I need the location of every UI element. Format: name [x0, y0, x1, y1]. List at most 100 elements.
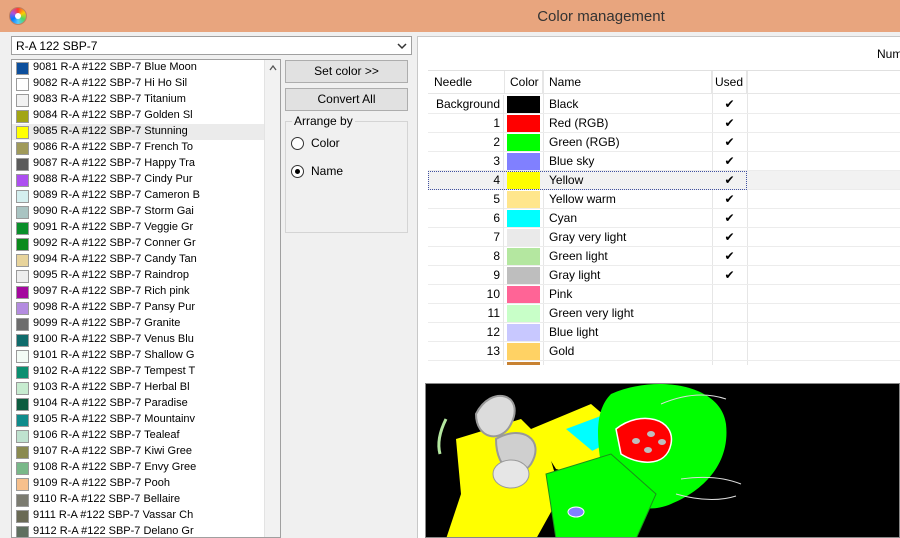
thread-list-item[interactable]: 9083 R-A #122 SBP-7 Titanium: [12, 92, 266, 108]
thread-list-item[interactable]: 9088 R-A #122 SBP-7 Cindy Pur: [12, 172, 266, 188]
needle-number: 5: [428, 190, 504, 209]
thread-label: 9086 R-A #122 SBP-7 French To: [33, 141, 194, 153]
header-used[interactable]: Used: [712, 71, 747, 94]
needle-row[interactable]: 13 Gold: [428, 342, 900, 361]
needle-row[interactable]: 7 Gray very light ✔: [428, 228, 900, 247]
thread-list-item[interactable]: 9092 R-A #122 SBP-7 Conner Gr: [12, 236, 266, 252]
needle-color-name: Gray light: [549, 268, 601, 282]
thread-list-scrollbar[interactable]: [264, 60, 280, 537]
thread-list-item[interactable]: 9109 R-A #122 SBP-7 Pooh: [12, 476, 266, 492]
thread-list-item[interactable]: 9085 R-A #122 SBP-7 Stunning: [12, 124, 266, 140]
needle-row[interactable]: 4 Yellow ✔: [428, 171, 900, 190]
thread-label: 9097 R-A #122 SBP-7 Rich pink: [33, 285, 190, 297]
thread-list-item[interactable]: 9108 R-A #122 SBP-7 Envy Gree: [12, 460, 266, 476]
needle-row[interactable]: 6 Cyan ✔: [428, 209, 900, 228]
chevron-down-icon: [397, 43, 407, 50]
arrange-by-name-radio[interactable]: Name: [290, 163, 402, 181]
thread-color-swatch: [16, 350, 29, 363]
thread-list-item[interactable]: 9089 R-A #122 SBP-7 Cameron B: [12, 188, 266, 204]
needle-color-swatch[interactable]: [507, 324, 540, 341]
thread-list-item[interactable]: 9094 R-A #122 SBP-7 Candy Tan: [12, 252, 266, 268]
convert-all-button[interactable]: Convert All: [285, 88, 408, 111]
thread-label: 9082 R-A #122 SBP-7 Hi Ho Sil: [33, 77, 188, 89]
needle-color-swatch[interactable]: [507, 286, 540, 303]
needle-color-swatch[interactable]: [507, 115, 540, 132]
thread-list-item[interactable]: 9086 R-A #122 SBP-7 French To: [12, 140, 266, 156]
thread-list-item[interactable]: 9097 R-A #122 SBP-7 Rich pink: [12, 284, 266, 300]
needle-number: 12: [428, 323, 504, 342]
needle-row[interactable]: 9 Gray light ✔: [428, 266, 900, 285]
thread-list-item[interactable]: 9102 R-A #122 SBP-7 Tempest T: [12, 364, 266, 380]
thread-list-item[interactable]: 9111 R-A #122 SBP-7 Vassar Ch: [12, 508, 266, 524]
needle-color-swatch[interactable]: [507, 191, 540, 208]
thread-list-item[interactable]: 9110 R-A #122 SBP-7 Bellaire: [12, 492, 266, 508]
thread-label: 9111 R-A #122 SBP-7 Vassar Ch: [33, 509, 194, 521]
thread-list-item[interactable]: 9105 R-A #122 SBP-7 Mountainv: [12, 412, 266, 428]
needle-row[interactable]: Background Black ✔: [428, 95, 900, 114]
used-checkmark: ✔: [724, 97, 735, 111]
needle-color-grid[interactable]: Needle Color Name Used Background Black ✔ 1…: [428, 70, 900, 365]
thread-color-swatch: [16, 62, 29, 75]
needle-row[interactable]: 2 Green (RGB) ✔: [428, 133, 900, 152]
thread-list-item[interactable]: 9101 R-A #122 SBP-7 Shallow G: [12, 348, 266, 364]
needle-color-swatch[interactable]: [507, 305, 540, 322]
scroll-up-arrow-icon[interactable]: [269, 65, 277, 71]
dialog-body: R-A 122 SBP-7 9112 R-A #122 SBP-7 Delano…: [0, 32, 900, 538]
thread-list-item[interactable]: 9081 R-A #122 SBP-7 Blue Moon: [12, 60, 266, 76]
thread-list-item[interactable]: 9090 R-A #122 SBP-7 Storm Gai: [12, 204, 266, 220]
thread-list-item[interactable]: 9104 R-A #122 SBP-7 Paradise: [12, 396, 266, 412]
thread-list-item[interactable]: 9103 R-A #122 SBP-7 Herbal Bl: [12, 380, 266, 396]
thread-color-swatch: [16, 430, 29, 443]
palette-dropdown[interactable]: R-A 122 SBP-7: [11, 36, 412, 55]
needle-color-swatch[interactable]: [507, 210, 540, 227]
thread-color-swatch: [16, 190, 29, 203]
needle-color-swatch[interactable]: [507, 267, 540, 284]
thread-color-swatch: [16, 446, 29, 459]
needle-color-swatch[interactable]: [507, 362, 540, 365]
thread-color-swatch: [16, 94, 29, 107]
needle-row[interactable]: 12 Blue light: [428, 323, 900, 342]
thread-list-item[interactable]: 9107 R-A #122 SBP-7 Kiwi Gree: [12, 444, 266, 460]
needle-color-swatch[interactable]: [507, 96, 540, 113]
needle-row[interactable]: 3 Blue sky ✔: [428, 152, 900, 171]
needle-number: 8: [428, 247, 504, 266]
arrange-by-color-radio[interactable]: Color: [290, 135, 402, 153]
needle-color-swatch[interactable]: [507, 134, 540, 151]
thread-list-item[interactable]: 9099 R-A #122 SBP-7 Granite: [12, 316, 266, 332]
needle-row[interactable]: 14 B: [428, 361, 900, 365]
needle-row[interactable]: 1 Red (RGB) ✔: [428, 114, 900, 133]
thread-list-item[interactable]: 9100 R-A #122 SBP-7 Venus Blu: [12, 332, 266, 348]
needle-row[interactable]: 11 Green very light: [428, 304, 900, 323]
header-needle[interactable]: Needle: [428, 71, 505, 94]
needle-color-swatch[interactable]: [507, 172, 540, 189]
needle-color-swatch[interactable]: [507, 248, 540, 265]
thread-list-item[interactable]: 9087 R-A #122 SBP-7 Happy Tra: [12, 156, 266, 172]
set-color-button[interactable]: Set color >>: [285, 60, 408, 83]
thread-list[interactable]: 9112 R-A #122 SBP-7 Delano Gr 9111 R-A #1…: [11, 59, 281, 538]
palette-dropdown-value: R-A 122 SBP-7: [16, 39, 98, 53]
thread-list-item[interactable]: 9106 R-A #122 SBP-7 Tealeaf: [12, 428, 266, 444]
thread-color-swatch: [16, 526, 29, 537]
thread-list-item[interactable]: 9084 R-A #122 SBP-7 Golden Sl: [12, 108, 266, 124]
thread-list-item[interactable]: 9082 R-A #122 SBP-7 Hi Ho Sil: [12, 76, 266, 92]
thread-color-swatch: [16, 254, 29, 267]
needle-color-swatch[interactable]: [507, 229, 540, 246]
thread-list-item[interactable]: 9091 R-A #122 SBP-7 Veggie Gr: [12, 220, 266, 236]
needle-row[interactable]: 8 Green light ✔: [428, 247, 900, 266]
thread-list-item[interactable]: 9095 R-A #122 SBP-7 Raindrop: [12, 268, 266, 284]
thread-list-item[interactable]: 9098 R-A #122 SBP-7 Pansy Pur: [12, 300, 266, 316]
header-color[interactable]: Color: [505, 71, 543, 94]
thread-label: 9099 R-A #122 SBP-7 Granite: [33, 317, 181, 329]
needle-color-swatch[interactable]: [507, 153, 540, 170]
thread-color-swatch: [16, 478, 29, 491]
needle-row[interactable]: 10 Pink: [428, 285, 900, 304]
thread-list-item[interactable]: 9112 R-A #122 SBP-7 Delano Gr: [12, 524, 266, 537]
needle-color-swatch[interactable]: [507, 343, 540, 360]
design-preview[interactable]: [425, 383, 900, 538]
thread-label: 9105 R-A #122 SBP-7 Mountainv: [33, 413, 196, 425]
header-name[interactable]: Name: [543, 71, 712, 94]
needle-row[interactable]: 5 Yellow warm ✔: [428, 190, 900, 209]
used-checkmark: ✔: [724, 230, 735, 244]
title-bar: Color management: [0, 0, 900, 32]
needle-color-name: Yellow warm: [549, 192, 616, 206]
